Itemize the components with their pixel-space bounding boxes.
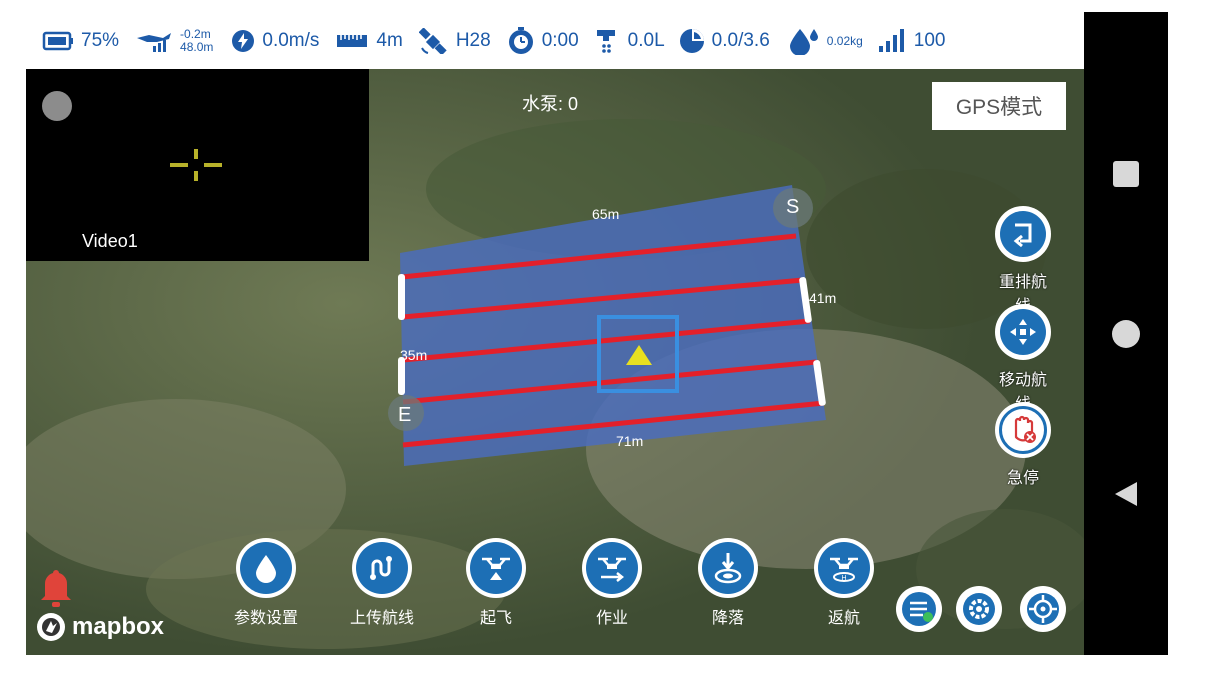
move-route-button[interactable]: 移动航线 (992, 304, 1054, 414)
route-overlay (388, 185, 826, 466)
rearrange-button-circle[interactable] (995, 206, 1051, 262)
land-label: 降落 (711, 610, 744, 627)
android-nav-bar (1084, 12, 1168, 655)
drop-icon (256, 555, 276, 583)
layers-icon (902, 592, 936, 626)
work-label: 作业 (595, 610, 628, 627)
work-button[interactable]: 作业 (572, 538, 652, 628)
mapbox-logo-icon (37, 613, 65, 641)
params-label: 参数设置 (233, 610, 298, 627)
home-icon (1112, 320, 1140, 348)
emergency-stop-label: 急停 (1006, 470, 1039, 487)
mapbox-text: mapbox (72, 613, 165, 640)
recents-icon (1113, 161, 1139, 187)
takeoff-label: 起飞 (479, 610, 512, 627)
takeoff-button[interactable]: 起飞 (456, 538, 536, 628)
rearrange-route-button[interactable]: 重排航线 (992, 206, 1054, 316)
svg-text:H: H (841, 575, 846, 582)
settings-button[interactable] (956, 586, 1002, 632)
edge-bottom-label: 71m (616, 433, 644, 449)
land-button[interactable]: 降落 (688, 538, 768, 628)
start-marker-label: S (786, 196, 800, 218)
edge-top-label: 65m (592, 206, 620, 222)
edge-handle[interactable] (398, 274, 405, 320)
drone-takeoff-icon (482, 557, 510, 580)
return-home-button[interactable]: H 返航 (804, 538, 884, 628)
upload-label: 上传航线 (349, 610, 414, 627)
drone-return-icon: H (830, 557, 858, 582)
home-button[interactable] (1084, 318, 1168, 350)
edge-right-label: 41m (809, 290, 837, 306)
emergency-stop-button[interactable]: 急停 (992, 402, 1054, 488)
route-path-icon (370, 556, 392, 580)
target-icon (1027, 593, 1059, 625)
gear-icon (963, 593, 995, 625)
drone-work-icon (598, 557, 626, 582)
app-screen: 75% -0.2m 48.0m 0.0m/s 4m H28 0:00 0.0L … (26, 12, 1084, 655)
landing-icon (714, 553, 742, 584)
recents-button[interactable] (1084, 158, 1168, 190)
edge-left-label: 35m (400, 347, 428, 363)
return-label: 返航 (827, 610, 860, 627)
locate-button[interactable] (1020, 586, 1066, 632)
bell-icon[interactable] (38, 566, 74, 610)
back-icon (1115, 482, 1137, 506)
mapbox-logo: mapbox (36, 612, 164, 642)
end-marker-label: E (398, 404, 412, 426)
layers-button[interactable] (896, 586, 942, 632)
stop-button-circle[interactable] (995, 402, 1051, 458)
move-button-circle[interactable] (995, 304, 1051, 360)
move-arrows-icon (1010, 319, 1036, 345)
back-button[interactable] (1084, 478, 1168, 510)
upload-route-button[interactable]: 上传航线 (342, 538, 422, 628)
stop-hand-icon (1014, 415, 1036, 443)
params-button[interactable]: 参数设置 (226, 538, 306, 628)
rearrange-icon (1013, 223, 1032, 247)
